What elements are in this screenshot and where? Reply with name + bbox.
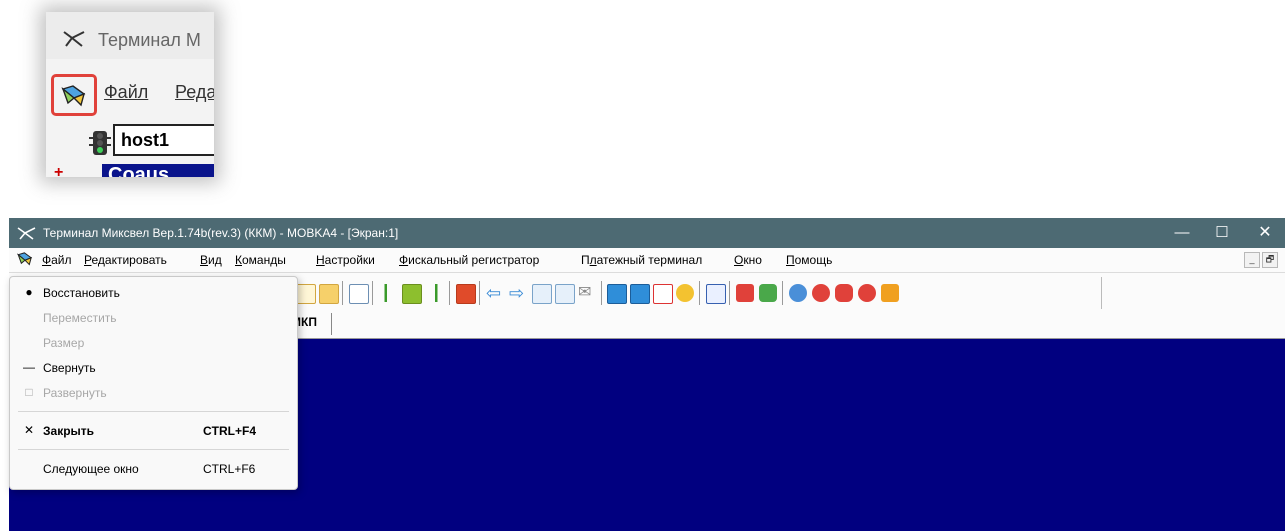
- car-icon[interactable]: [835, 284, 853, 302]
- system-menu-icon[interactable]: [16, 251, 34, 267]
- system-menu: ● Восстановить Переместить Размер — Свер…: [9, 276, 298, 490]
- close-button[interactable]: ✕: [1245, 222, 1285, 244]
- calendar-help-icon[interactable]: [630, 284, 650, 304]
- menu-bar: Файл Редактировать Вид Команды Настройки…: [9, 248, 1285, 273]
- card-icon[interactable]: [676, 284, 694, 302]
- window-title: Терминал Миксвел Вер.1.74b(rev.3) (ККМ) …: [43, 226, 399, 240]
- close-shortcut: CTRL+F4: [203, 424, 257, 438]
- inset-blue-label: Coaus: [102, 164, 214, 177]
- inset-menu-file[interactable]: Файл: [104, 82, 148, 103]
- app-icon: [17, 227, 36, 240]
- app-icon: [63, 31, 85, 47]
- add-doc-icon: +: [54, 164, 64, 177]
- send-docs-icon[interactable]: [532, 284, 552, 304]
- ab-icon[interactable]: [653, 284, 673, 304]
- transport-red-icon[interactable]: [812, 284, 830, 302]
- stop-icon[interactable]: [402, 284, 422, 304]
- maximize-icon: □: [25, 385, 33, 399]
- system-menu-button-highlight[interactable]: [51, 74, 97, 116]
- mdi-restore-button[interactable]: 🗗: [1262, 252, 1278, 268]
- menu-file[interactable]: Файл: [42, 253, 72, 267]
- menu-item-next-window[interactable]: Следующее окно CTRL+F6: [10, 457, 297, 481]
- menu-help[interactable]: Помощь: [786, 253, 832, 267]
- next-window-shortcut: CTRL+F6: [203, 462, 256, 476]
- inset-menubar: Файл Реда: [46, 74, 214, 116]
- minimize-button[interactable]: —: [1162, 222, 1202, 244]
- calendar-icon[interactable]: [607, 284, 627, 304]
- zoom-inset: Терминал М Файл Реда host1 + Coaus: [46, 12, 214, 177]
- traffic-light-icon: [89, 131, 111, 155]
- menu-view[interactable]: Вид: [200, 253, 222, 267]
- restore-icon: ●: [25, 285, 33, 299]
- copy-icon[interactable]: [296, 284, 316, 304]
- mdi-minimize-button[interactable]: _: [1244, 252, 1260, 268]
- location-icon[interactable]: [858, 284, 876, 302]
- checkbox-icon[interactable]: [456, 284, 476, 304]
- menu-item-minimize[interactable]: — Свернуть: [10, 356, 297, 380]
- maximize-button[interactable]: ☐: [1202, 222, 1242, 244]
- system-menu-icon: [61, 85, 86, 107]
- menu-item-move: Переместить: [43, 311, 117, 325]
- arrow-right-icon[interactable]: ⇨: [509, 284, 527, 302]
- transport-blue-icon[interactable]: [789, 284, 807, 302]
- inset-titlebar: Терминал М: [46, 12, 214, 59]
- bus-icon[interactable]: [881, 284, 899, 302]
- inset-host-field[interactable]: host1: [113, 124, 214, 156]
- menu-item-close[interactable]: ✕ Закрыть CTRL+F4: [10, 419, 297, 443]
- receive-docs-icon[interactable]: [555, 284, 575, 304]
- train-rail-icon[interactable]: [736, 284, 754, 302]
- ticket-icon[interactable]: [706, 284, 726, 304]
- menu-item-maximize: □ Развернуть: [10, 381, 297, 405]
- paste-icon[interactable]: [319, 284, 339, 304]
- arrow-left-icon[interactable]: ⇦: [486, 284, 504, 302]
- previous-icon[interactable]: [379, 284, 397, 302]
- close-icon: ✕: [23, 423, 35, 437]
- inset-host-row: host1: [51, 124, 214, 160]
- menu-window[interactable]: Окно: [734, 253, 762, 267]
- inset-menu-edit[interactable]: Реда: [175, 82, 214, 103]
- menu-payment-terminal[interactable]: Платежный терминал: [581, 253, 702, 267]
- next-icon[interactable]: [425, 284, 443, 302]
- menu-commands[interactable]: Команды: [235, 253, 286, 267]
- inset-title-text: Терминал М: [98, 30, 201, 50]
- mail-icon[interactable]: ✉: [578, 284, 596, 302]
- minimize-icon: —: [23, 360, 35, 374]
- inset-bottom-row: + Coaus: [46, 164, 214, 177]
- menu-item-restore[interactable]: ● Восстановить: [10, 281, 297, 305]
- menu-item-size: Размер: [43, 336, 85, 350]
- menu-fiscal-registrar[interactable]: Фискальный регистратор: [399, 253, 539, 267]
- train-icon[interactable]: [759, 284, 777, 302]
- title-bar: Терминал Миксвел Вер.1.74b(rev.3) (ККМ) …: [9, 218, 1285, 248]
- menu-edit[interactable]: Редактировать: [84, 253, 167, 267]
- edit-doc-icon[interactable]: [349, 284, 369, 304]
- menu-settings[interactable]: Настройки: [316, 253, 375, 267]
